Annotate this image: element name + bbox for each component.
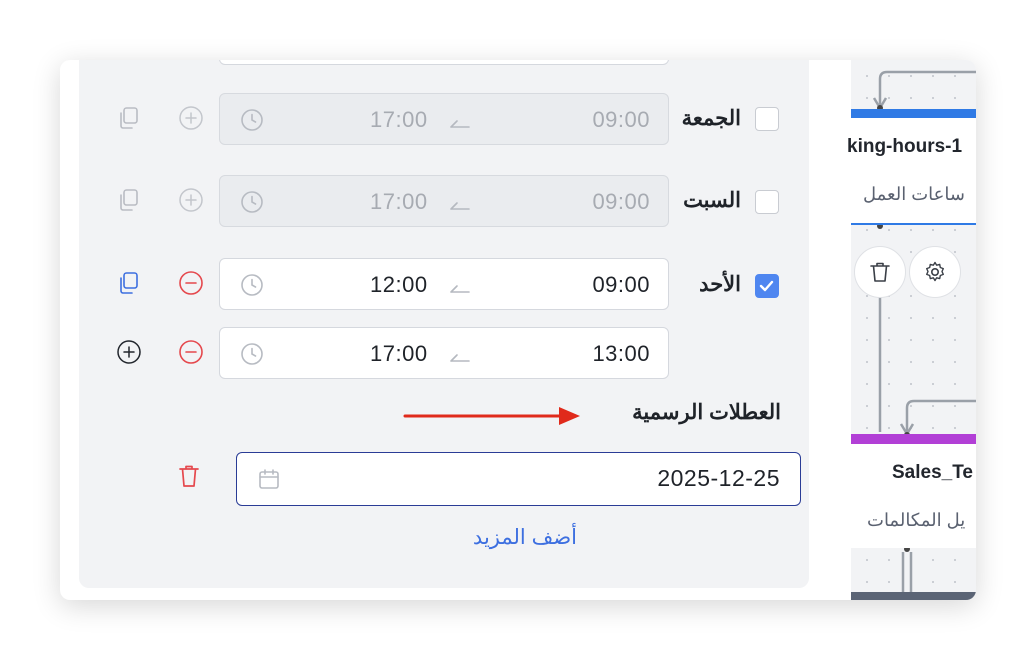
time-range-field[interactable]: 09:00 17:00	[219, 93, 669, 145]
clock-icon	[241, 109, 263, 131]
add-range-icon[interactable]	[178, 187, 204, 213]
clock-icon	[241, 274, 263, 296]
add-range-icon[interactable]	[116, 339, 142, 365]
time-range-field[interactable]: 09:00 17:00	[219, 175, 669, 227]
start-time: 13:00	[592, 341, 650, 366]
node-settings-button[interactable]	[909, 246, 961, 298]
arrow-left-icon	[450, 120, 470, 128]
holidays-title: العطلات الرسمية	[632, 401, 781, 424]
node-color-bar	[851, 109, 976, 118]
end-time: 17:00	[370, 189, 428, 214]
add-range-icon[interactable]	[178, 105, 204, 131]
start-time: 09:00	[592, 272, 650, 297]
checkmark-icon	[759, 280, 774, 292]
day-label-saturday: السبت	[683, 189, 741, 212]
remove-range-icon[interactable]	[178, 339, 204, 365]
copy-icon[interactable]	[116, 270, 142, 296]
clock-icon	[241, 343, 263, 365]
start-time: 09:00	[592, 189, 650, 214]
trash-icon[interactable]	[176, 463, 202, 489]
node-bottom-border	[851, 223, 976, 225]
flow-node-sales-team[interactable]: Sales_Te يل المكالمات	[851, 444, 976, 548]
copy-icon[interactable]	[116, 105, 142, 131]
time-range-field[interactable]: 09:00 12:00	[219, 258, 669, 310]
time-range-field[interactable]: 13:00 17:00	[219, 327, 669, 379]
delete-node-button[interactable]	[854, 246, 906, 298]
flow-node-working-hours[interactable]: king-hours-1 ساعات العمل	[847, 118, 976, 225]
day-label-friday: الجمعة	[681, 107, 741, 130]
node-color-bar	[851, 434, 976, 444]
holiday-date-value: 2025-12-25	[657, 465, 780, 491]
calendar-icon	[259, 469, 279, 489]
gear-icon	[926, 261, 944, 282]
day-label-sunday: الأحد	[699, 273, 741, 296]
node-title: king-hours-1	[847, 136, 963, 157]
app-window: الجمعة 09:00 17:00 السبت 09:00 17:00 الأ…	[60, 60, 976, 600]
remove-range-icon[interactable]	[178, 270, 204, 296]
day-checkbox-sunday[interactable]	[755, 274, 779, 298]
day-checkbox-saturday[interactable]	[755, 190, 779, 214]
trash-icon	[870, 262, 890, 282]
end-time: 17:00	[370, 341, 428, 366]
time-range-field-partial[interactable]	[219, 60, 669, 65]
arrow-left-icon	[450, 202, 470, 210]
end-time: 12:00	[370, 272, 428, 297]
clock-icon	[241, 191, 263, 213]
node-subtitle: يل المكالمات	[867, 510, 966, 530]
node-subtitle: ساعات العمل	[863, 184, 965, 204]
node-title: Sales_Te	[892, 462, 973, 483]
start-time: 09:00	[592, 107, 650, 132]
working-hours-panel: الجمعة 09:00 17:00 السبت 09:00 17:00 الأ…	[79, 60, 809, 588]
node-footer-bar	[851, 592, 976, 600]
holiday-date-field[interactable]: 2025-12-25	[236, 452, 801, 506]
annotation-arrow	[403, 407, 580, 425]
flow-canvas[interactable]: king-hours-1 ساعات العمل Sales_Te يل الم…	[847, 60, 976, 600]
arrow-left-icon	[450, 354, 470, 362]
day-checkbox-friday[interactable]	[755, 107, 779, 131]
add-more-link[interactable]: أضف المزيد	[473, 525, 577, 550]
end-time: 17:00	[370, 107, 428, 132]
arrow-left-icon	[450, 285, 470, 293]
copy-icon[interactable]	[116, 187, 142, 213]
